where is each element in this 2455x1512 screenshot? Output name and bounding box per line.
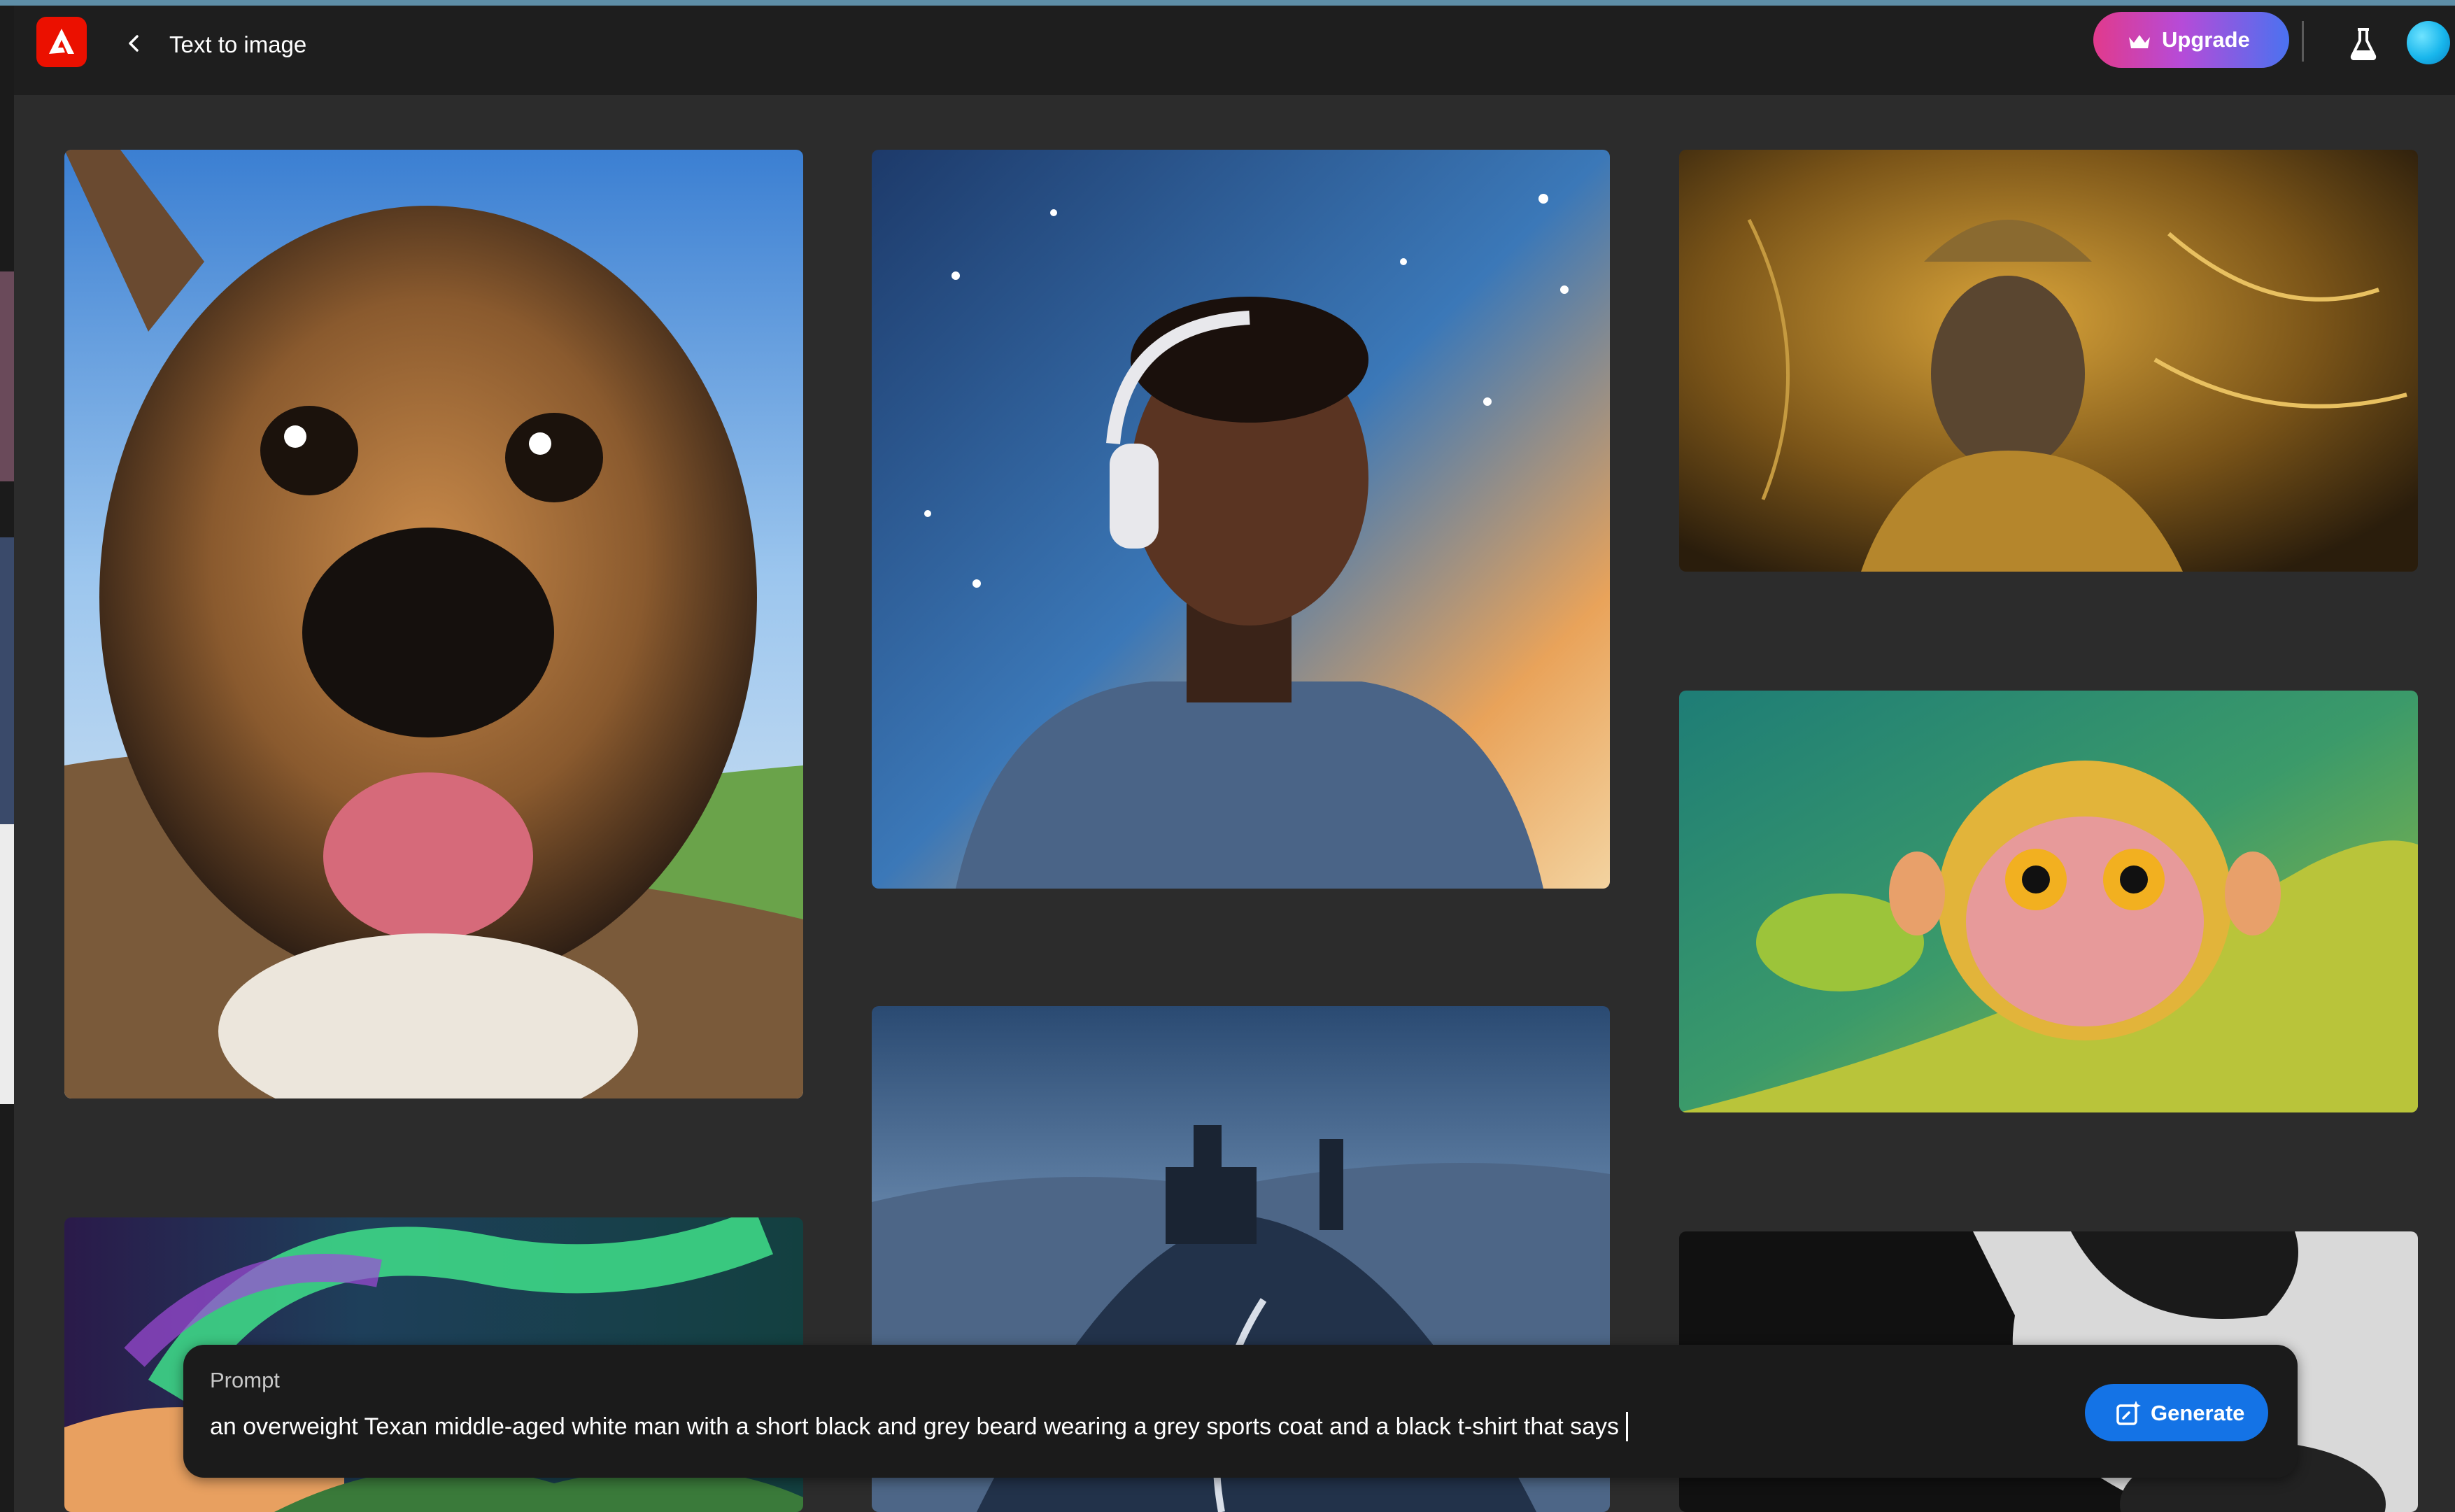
text-caret <box>1626 1412 1629 1441</box>
adobe-logo-icon[interactable] <box>36 17 87 67</box>
upgrade-button[interactable]: Upgrade <box>2093 12 2289 68</box>
gallery-image-man-with-headphones[interactable] <box>872 150 1610 889</box>
chevron-left-icon[interactable] <box>118 27 151 60</box>
window-top-strip <box>0 0 2455 6</box>
gallery-image-monkey[interactable] <box>1679 691 2418 1112</box>
prompt-label: Prompt <box>210 1368 280 1392</box>
upgrade-label: Upgrade <box>2162 27 2250 52</box>
prompt-input[interactable]: an overweight Texan middle-aged white ma… <box>210 1412 1889 1441</box>
gallery-image-golden-figure[interactable] <box>1679 150 2418 572</box>
gallery-image-puppy[interactable] <box>64 150 803 1098</box>
crown-icon <box>2127 31 2152 57</box>
prompt-input-value: an overweight Texan middle-aged white ma… <box>210 1413 1620 1440</box>
profile-avatar[interactable] <box>2407 21 2450 64</box>
background-window-edge <box>0 6 14 1512</box>
generate-sparkle-icon <box>2116 1399 2142 1432</box>
app-window: Text to image Upgrade Prompt an overweig… <box>0 0 2455 1512</box>
generate-button[interactable]: Generate <box>2085 1384 2268 1441</box>
beaker-icon[interactable] <box>2342 22 2384 64</box>
app-header: Text to image Upgrade <box>14 6 2455 95</box>
page-title: Text to image <box>169 31 307 57</box>
prompt-panel: Prompt an overweight Texan middle-aged w… <box>183 1345 2298 1478</box>
generate-label: Generate <box>2151 1401 2245 1425</box>
header-divider <box>2302 21 2304 62</box>
